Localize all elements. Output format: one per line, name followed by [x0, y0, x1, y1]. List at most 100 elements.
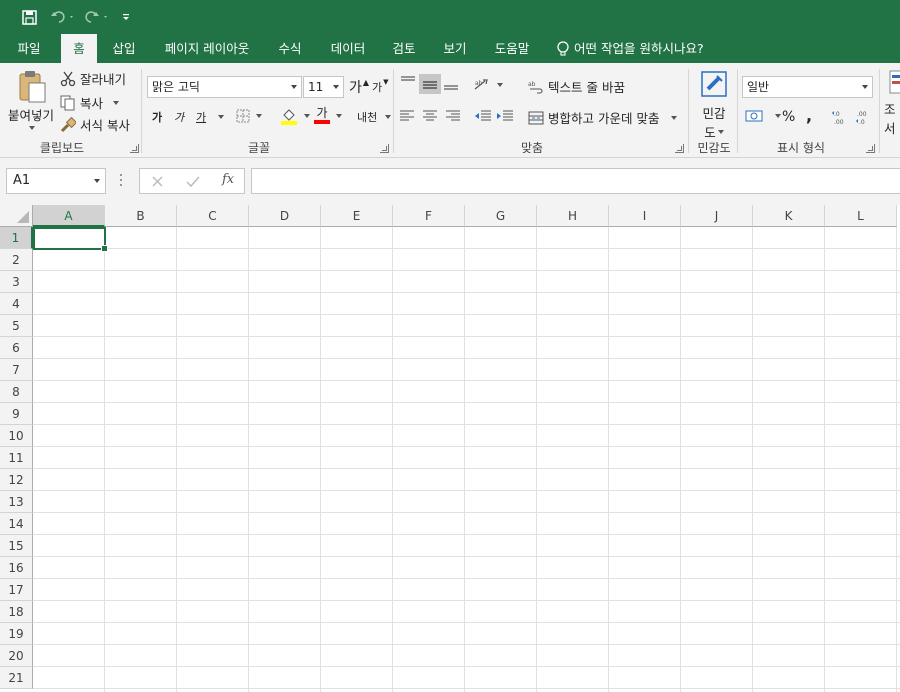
copy-dropdown-icon[interactable]: [113, 100, 120, 105]
formula-bar-grip-icon[interactable]: [120, 174, 123, 188]
name-box[interactable]: A1: [6, 168, 106, 194]
bottom-align-button[interactable]: [442, 75, 460, 91]
row-header-12[interactable]: 12: [0, 469, 33, 491]
column-header-a[interactable]: A: [33, 205, 105, 227]
tell-me-search[interactable]: 어떤 작업을 원하시나요?: [556, 34, 704, 63]
active-cell[interactable]: [33, 227, 108, 252]
column-header-d[interactable]: D: [249, 205, 321, 227]
font-name-select[interactable]: 맑은 고딕: [147, 76, 302, 98]
column-header-l[interactable]: L: [825, 205, 897, 227]
cut-button[interactable]: 잘라내기: [60, 69, 126, 88]
column-header-g[interactable]: G: [465, 205, 537, 227]
insert-function-icon[interactable]: fx: [222, 172, 234, 187]
customize-quick-access-icon[interactable]: [118, 6, 134, 28]
undo-icon[interactable]: [48, 6, 78, 28]
column-header-e[interactable]: E: [321, 205, 393, 227]
row-header-16[interactable]: 16: [0, 557, 33, 579]
shrink-font-button[interactable]: 가 ▼: [372, 78, 389, 95]
row-header-4[interactable]: 4: [0, 293, 33, 315]
row-header-7[interactable]: 7: [0, 359, 33, 381]
sensitivity-button[interactable]: 민감 도: [696, 69, 732, 141]
decrease-decimal-button[interactable]: .00.0: [855, 109, 875, 125]
gridline: [33, 358, 900, 359]
column-header-j[interactable]: J: [681, 205, 753, 227]
row-header-11[interactable]: 11: [0, 447, 33, 469]
tab-page-layout[interactable]: 페이지 레이아웃: [155, 34, 259, 63]
conditional-formatting-button[interactable]: 조 서: [884, 69, 900, 137]
percent-style-button[interactable]: %: [782, 109, 795, 125]
formula-input[interactable]: [251, 168, 900, 194]
increase-decimal-button[interactable]: .0.00: [831, 109, 851, 125]
column-header-k[interactable]: K: [753, 205, 825, 227]
column-header-h[interactable]: H: [537, 205, 609, 227]
increase-indent-button[interactable]: [496, 109, 514, 123]
row-header-21[interactable]: 21: [0, 667, 33, 689]
row-header-20[interactable]: 20: [0, 645, 33, 667]
row-header-10[interactable]: 10: [0, 425, 33, 447]
orientation-button[interactable]: ab: [473, 77, 503, 93]
clipboard-launcher-icon[interactable]: [130, 144, 139, 153]
tab-home[interactable]: 홈: [61, 34, 97, 63]
column-header-i[interactable]: I: [609, 205, 681, 227]
top-align-button[interactable]: [399, 75, 417, 91]
format-painter-button[interactable]: 서식 복사: [60, 115, 130, 134]
font-color-button[interactable]: 가: [314, 107, 342, 124]
column-header-f[interactable]: F: [393, 205, 465, 227]
row-header-18[interactable]: 18: [0, 601, 33, 623]
merge-center-label: 병합하고 가운데 맞춤: [548, 111, 660, 126]
row-header-15[interactable]: 15: [0, 535, 33, 557]
phonetic-button[interactable]: 내천: [357, 109, 392, 125]
conditional-formatting-icon: [889, 70, 900, 94]
row-header-3[interactable]: 3: [0, 271, 33, 293]
tab-data[interactable]: 데이터: [322, 34, 374, 63]
tab-file[interactable]: 파일: [8, 34, 50, 63]
bold-button[interactable]: 가: [152, 109, 162, 125]
row-header-9[interactable]: 9: [0, 403, 33, 425]
row-header-14[interactable]: 14: [0, 513, 33, 535]
row-header-5[interactable]: 5: [0, 315, 33, 337]
comma-style-button[interactable]: ,: [806, 106, 812, 125]
row-header-2[interactable]: 2: [0, 249, 33, 271]
number-launcher-icon[interactable]: [866, 144, 875, 153]
enter-check-icon[interactable]: [186, 175, 200, 188]
underline-button[interactable]: 가: [196, 109, 225, 125]
chevron-down-icon[interactable]: [94, 179, 100, 183]
tab-help[interactable]: 도움말: [486, 34, 538, 63]
tab-formulas[interactable]: 수식: [270, 34, 310, 63]
row-header-17[interactable]: 17: [0, 579, 33, 601]
alignment-launcher-icon[interactable]: [675, 144, 684, 153]
tab-view[interactable]: 보기: [435, 34, 475, 63]
save-icon[interactable]: [18, 6, 40, 28]
font-launcher-icon[interactable]: [380, 144, 389, 153]
cancel-icon[interactable]: [151, 175, 164, 188]
align-left-button[interactable]: [399, 109, 415, 123]
wrap-text-button[interactable]: ab 텍스트 줄 바꿈: [528, 77, 625, 96]
italic-button[interactable]: 가: [174, 109, 184, 125]
tab-insert[interactable]: 삽입: [104, 34, 144, 63]
row-header-6[interactable]: 6: [0, 337, 33, 359]
align-center-button[interactable]: [422, 109, 438, 123]
font-size-select[interactable]: 11: [303, 76, 344, 98]
column-header-c[interactable]: C: [177, 205, 249, 227]
row-header-8[interactable]: 8: [0, 381, 33, 403]
row-header-19[interactable]: 19: [0, 623, 33, 645]
number-format-select[interactable]: 일반: [742, 76, 873, 98]
row-header-1[interactable]: 1: [0, 227, 33, 249]
accounting-format-button[interactable]: [745, 108, 781, 124]
copy-button[interactable]: 복사: [60, 93, 120, 112]
tab-review[interactable]: 검토: [384, 34, 424, 63]
worksheet-grid[interactable]: ABCDEFGHIJKL 1 2 3 4 5 6 7 8 9 10 11 12 13 14 15 16 17 18…: [0, 205, 900, 692]
paste-dropdown-icon[interactable]: [29, 126, 35, 130]
decrease-indent-button[interactable]: [474, 109, 492, 123]
row-header-13[interactable]: 13: [0, 491, 33, 513]
paste-button[interactable]: 붙여넣기: [5, 69, 57, 139]
select-all-button[interactable]: [0, 205, 33, 227]
middle-align-button[interactable]: [419, 74, 441, 94]
column-header-b[interactable]: B: [105, 205, 177, 227]
merge-center-button[interactable]: 병합하고 가운데 맞춤: [528, 108, 678, 127]
borders-button[interactable]: [236, 109, 262, 123]
redo-icon[interactable]: [82, 6, 112, 28]
align-right-button[interactable]: [445, 109, 461, 123]
grow-font-button[interactable]: 가 ▲: [349, 77, 369, 97]
fill-color-button[interactable]: [280, 107, 310, 125]
